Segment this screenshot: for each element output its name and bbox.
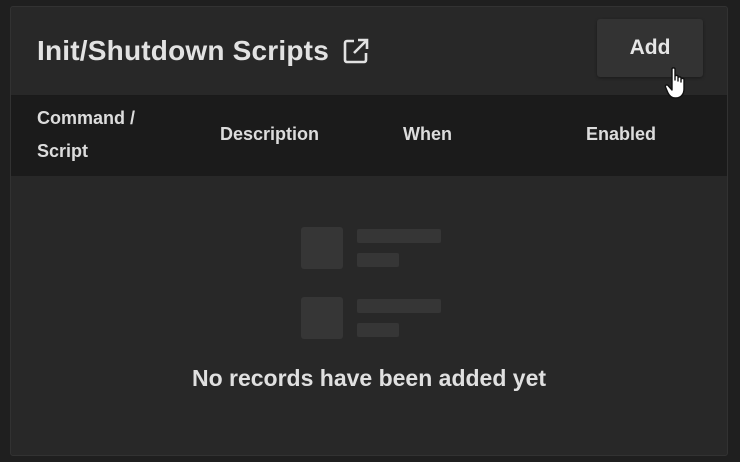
card-header: Init/Shutdown Scripts Add <box>11 7 727 95</box>
column-header-enabled[interactable]: Enabled <box>586 118 656 151</box>
empty-state-message: No records have been added yet <box>191 365 547 391</box>
open-in-new-icon[interactable] <box>341 36 371 66</box>
init-shutdown-scripts-card: Init/Shutdown Scripts Add Command / Scri… <box>10 6 728 456</box>
column-header-command-script[interactable]: Command / Script <box>37 102 167 168</box>
column-header-description[interactable]: Description <box>220 118 319 151</box>
hand-pointer-icon <box>664 67 685 99</box>
card-title: Init/Shutdown Scripts <box>37 35 329 66</box>
empty-state: No records have been added yet <box>11 175 727 455</box>
empty-list-icon <box>301 227 441 339</box>
table-header-row: Command / Script Description When Enable… <box>11 95 727 176</box>
column-header-when[interactable]: When <box>403 118 452 151</box>
title-wrap: Init/Shutdown Scripts <box>37 29 371 73</box>
